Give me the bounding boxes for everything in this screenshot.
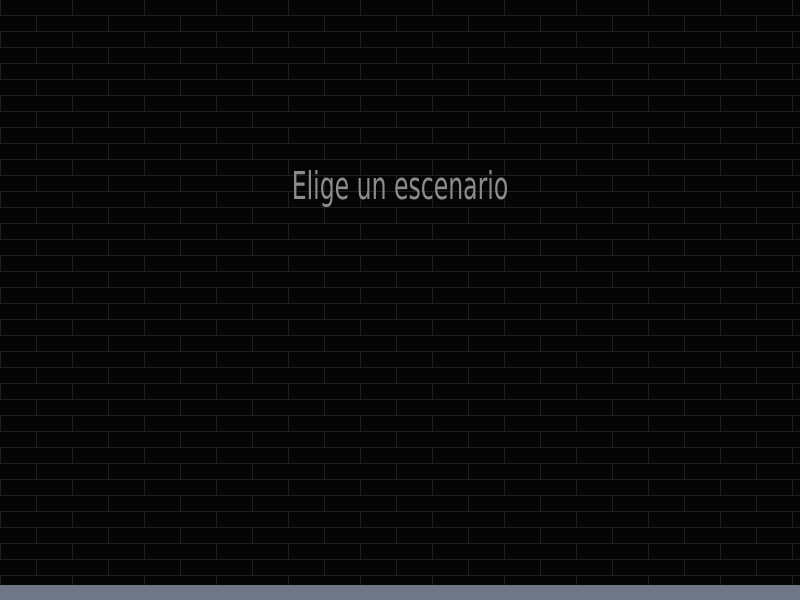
scenario-select-screen: Elige un escenario	[0, 0, 800, 600]
screen-title: Elige un escenario	[291, 164, 509, 208]
brick-wall-background	[0, 0, 800, 585]
bottom-bar	[0, 585, 800, 600]
